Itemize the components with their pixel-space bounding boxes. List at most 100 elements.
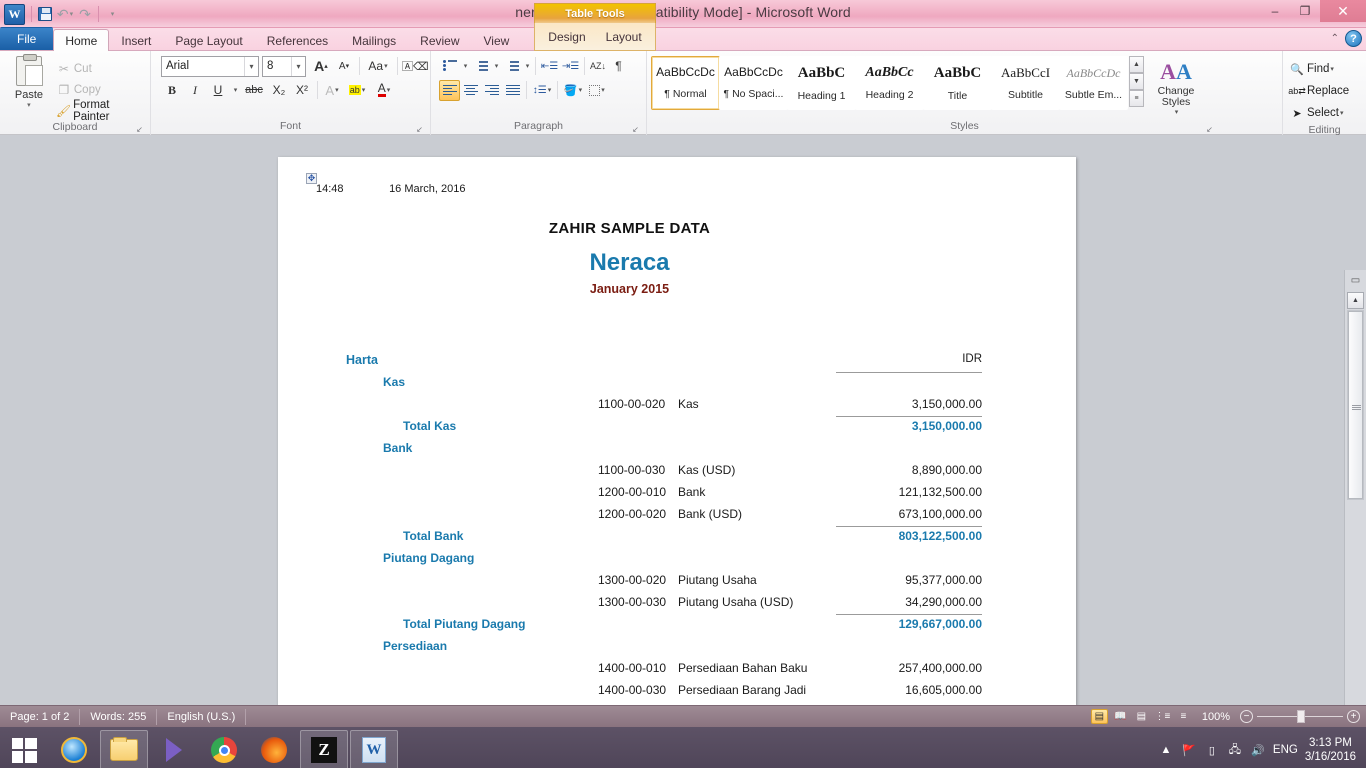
clock[interactable]: 3:13 PM 3/16/2016 [1305, 736, 1362, 764]
borders-button[interactable]: ▾ [585, 80, 609, 101]
find-button[interactable]: 🔍 Find ▾ [1287, 58, 1334, 80]
clipboard-dialog-launcher[interactable]: ↙ [135, 125, 144, 134]
select-chevron-down-icon[interactable]: ▾ [1340, 109, 1344, 117]
styles-scroll-down-button[interactable]: ▼ [1129, 73, 1144, 90]
undo-chevron-down-icon[interactable]: ▾ [70, 10, 74, 18]
justify-button[interactable] [502, 80, 523, 101]
font-name-chevron-down-icon[interactable]: ▾ [244, 56, 258, 76]
tab-mailings[interactable]: Mailings [340, 29, 408, 51]
undo-button[interactable]: ↶ ▾ [55, 4, 75, 24]
tab-insert[interactable]: Insert [109, 29, 163, 51]
superscript-button[interactable]: X² [291, 79, 313, 101]
multilevel-list-button[interactable] [501, 56, 522, 77]
view-print-layout-button[interactable]: ▤ [1090, 709, 1108, 724]
start-button[interactable] [0, 727, 48, 768]
align-center-button[interactable] [460, 80, 481, 101]
styles-more-button[interactable]: ≡ [1129, 90, 1144, 107]
zoom-slider-thumb[interactable] [1297, 710, 1305, 723]
copy-button[interactable]: ❐ Copy [54, 79, 146, 100]
italic-button[interactable]: I [184, 79, 206, 101]
customize-qat-button[interactable]: ▾ [102, 4, 122, 24]
tab-view[interactable]: View [472, 29, 522, 51]
change-styles-button[interactable]: AA Change Styles ▾ [1148, 56, 1204, 117]
taskbar-item-internet-explorer[interactable] [50, 730, 98, 768]
collapse-ribbon-icon[interactable]: ⌃ [1331, 33, 1339, 44]
find-chevron-down-icon[interactable]: ▾ [1330, 65, 1334, 73]
close-button[interactable]: ✕ [1320, 0, 1366, 22]
font-name-combo[interactable]: Arial ▾ [161, 55, 259, 77]
font-size-combo[interactable]: 8 ▾ [262, 55, 306, 77]
style-subtitle[interactable]: AaBbCcI Subtitle [991, 56, 1060, 110]
show-hidden-icons-icon[interactable]: ▲ [1158, 742, 1174, 758]
style-heading-2[interactable]: AaBbCc Heading 2 [855, 56, 924, 110]
underline-button[interactable]: U [207, 79, 229, 101]
font-dialog-launcher[interactable]: ↙ [415, 125, 424, 134]
numbering-chevron-down-icon[interactable]: ▾ [491, 56, 501, 77]
zoom-slider-track[interactable] [1257, 710, 1343, 723]
scrollbar-thumb[interactable] [1348, 311, 1363, 499]
font-color-button[interactable]: A ▾ [371, 79, 397, 101]
tab-design[interactable]: Design [540, 28, 593, 46]
paste-chevron-down-icon[interactable]: ▾ [27, 101, 31, 109]
style-no-spacing[interactable]: AaBbCcDc ¶ No Spaci... [719, 56, 788, 110]
volume-icon[interactable]: 🔊 [1250, 742, 1266, 758]
language-indicator[interactable]: English (U.S.) [157, 708, 247, 725]
paste-button[interactable]: Paste ▾ [4, 54, 54, 109]
tab-file[interactable]: File [0, 27, 54, 50]
style-normal[interactable]: AaBbCcDc ¶ Normal [651, 56, 720, 110]
document-area[interactable]: ✥ 14:48 16 March, 2016 ZAHIR SAMPLE DATA… [0, 135, 1366, 705]
replace-button[interactable]: ab⇄ Replace [1287, 80, 1349, 102]
scrollbar-track[interactable] [1347, 310, 1364, 500]
cut-button[interactable]: ✂ Cut [54, 58, 146, 79]
network-icon[interactable]: 🖧 [1227, 742, 1243, 758]
taskbar-item-mozilla-firefox[interactable] [250, 730, 298, 768]
view-web-layout-button[interactable]: ▤ [1133, 709, 1150, 724]
zoom-in-button[interactable]: + [1347, 710, 1360, 723]
scroll-up-button[interactable]: ▲ [1347, 292, 1364, 309]
decrease-indent-button[interactable]: ⇤☰ [539, 56, 560, 77]
underline-chevron-down-icon[interactable]: ▾ [230, 79, 240, 101]
taskbar-item-file-explorer[interactable] [100, 730, 148, 768]
tab-layout[interactable]: Layout [598, 28, 650, 46]
shading-button[interactable]: 🪣 ▾ [561, 80, 585, 101]
save-button[interactable] [35, 4, 55, 24]
word-app-icon[interactable]: W [4, 3, 25, 25]
help-icon[interactable]: ? [1345, 30, 1362, 47]
view-full-screen-reading-button[interactable]: 📖 [1112, 709, 1129, 724]
view-outline-button[interactable]: ⋮≡ [1154, 709, 1171, 724]
taskbar-item-media-player[interactable] [150, 730, 198, 768]
increase-indent-button[interactable]: ⇥☰ [560, 56, 581, 77]
tab-page-layout[interactable]: Page Layout [163, 29, 254, 51]
format-painter-button[interactable]: 🖌 Format Painter [54, 99, 146, 123]
line-spacing-button[interactable]: ↕☰ ▾ [530, 80, 554, 101]
change-case-button[interactable]: Aa ▾ [363, 55, 393, 77]
redo-button[interactable]: ↷ [75, 4, 95, 24]
bullets-chevron-down-icon[interactable]: ▾ [460, 56, 470, 77]
grow-font-button[interactable]: A ▴ [310, 55, 332, 77]
align-right-button[interactable] [481, 80, 502, 101]
subscript-button[interactable]: X₂ [268, 79, 290, 101]
numbering-button[interactable] [470, 56, 491, 77]
taskbar-item-google-chrome[interactable] [200, 730, 248, 768]
shrink-font-button[interactable]: A ▾ [333, 55, 355, 77]
document-page[interactable]: ✥ 14:48 16 March, 2016 ZAHIR SAMPLE DATA… [278, 157, 1076, 705]
select-button[interactable]: ➤ Select ▾ [1287, 102, 1343, 124]
font-size-chevron-down-icon[interactable]: ▾ [291, 56, 305, 76]
show-formatting-marks-button[interactable]: ¶ [608, 56, 629, 77]
minimize-button[interactable]: – [1260, 0, 1290, 22]
sort-button[interactable]: AZ↓ [588, 56, 608, 77]
network-error-icon[interactable]: 🚩 [1181, 742, 1197, 758]
strikethrough-button[interactable]: abc [241, 79, 267, 101]
change-styles-chevron-down-icon[interactable]: ▾ [1175, 108, 1179, 116]
multilevel-chevron-down-icon[interactable]: ▾ [522, 56, 532, 77]
styles-scroll-up-button[interactable]: ▲ [1129, 56, 1144, 73]
view-draft-button[interactable]: ≡ [1175, 709, 1192, 724]
zoom-level[interactable]: 100% [1202, 711, 1230, 723]
tab-review[interactable]: Review [408, 29, 471, 51]
device-icon[interactable]: ▯ [1204, 742, 1220, 758]
vertical-scrollbar-rail[interactable]: ▭ ▲ ▼ ⯅ ◯ ⯆ [1344, 270, 1366, 705]
styles-gallery-scrollbar[interactable]: ▲ ▼ ≡ [1129, 56, 1144, 107]
styles-dialog-launcher[interactable]: ↙ [1205, 125, 1214, 134]
page-indicator[interactable]: Page: 1 of 2 [0, 708, 81, 725]
language-indicator-tray[interactable]: ENG [1273, 744, 1298, 756]
